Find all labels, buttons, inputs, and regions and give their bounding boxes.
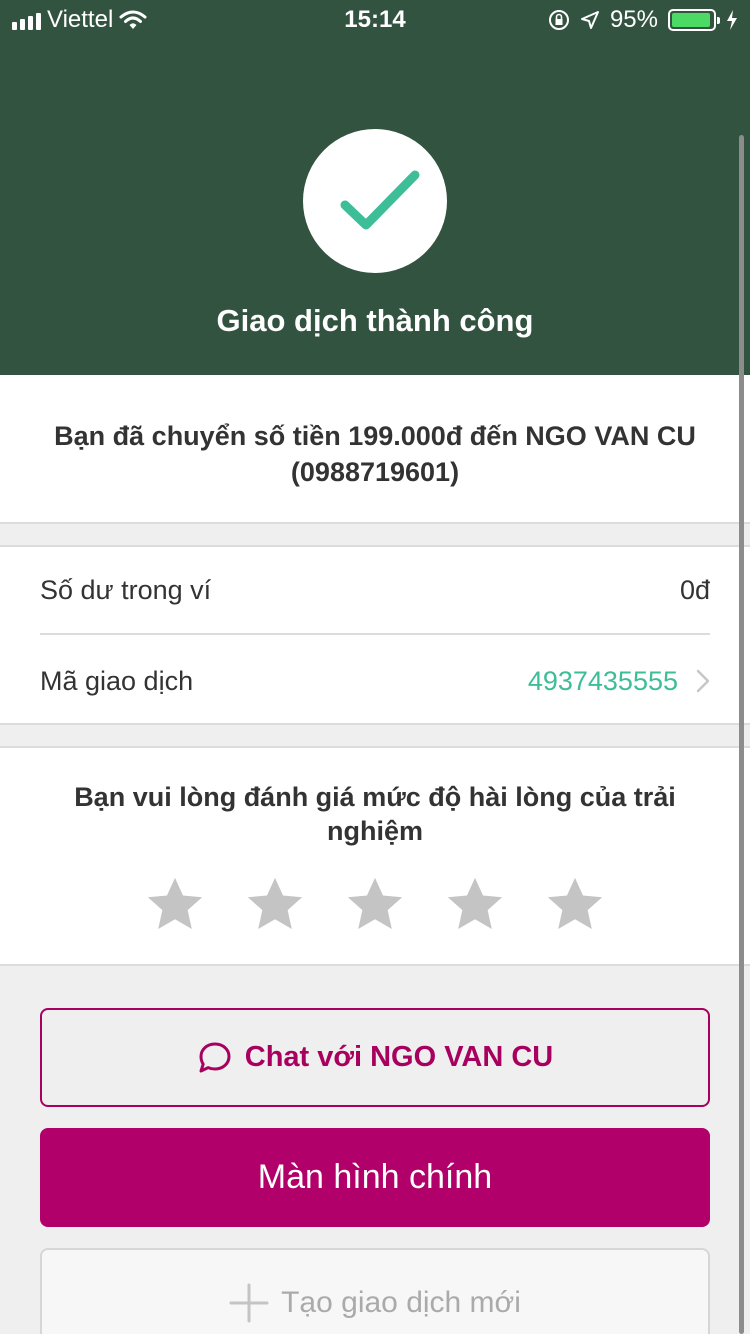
transaction-id-row[interactable]: Mã giao dịch 4937435555 xyxy=(40,637,710,725)
status-bar: Viettel 15:14 95% xyxy=(0,0,750,40)
home-button-label: Màn hình chính xyxy=(257,1158,493,1196)
star-rating[interactable] xyxy=(0,874,750,936)
balance-row: Số dư trong ví 0đ xyxy=(40,547,710,635)
transaction-id-link[interactable]: 4937435555 xyxy=(528,666,710,697)
chat-button-label: Chat với NGO VAN CU xyxy=(244,1041,554,1073)
scrollbar[interactable] xyxy=(739,135,744,1334)
new-transaction-button[interactable]: Tạo giao dịch mới xyxy=(40,1248,710,1334)
orientation-lock-icon xyxy=(548,10,569,30)
star-icon[interactable] xyxy=(344,874,406,936)
balance-value: 0đ xyxy=(679,574,710,605)
check-icon xyxy=(340,170,420,230)
chat-button[interactable]: Chat với NGO VAN CU xyxy=(40,1008,710,1107)
home-button[interactable]: Màn hình chính xyxy=(40,1128,710,1227)
transaction-id-label: Mã giao dịch xyxy=(40,665,194,696)
plus-icon xyxy=(229,1283,269,1323)
success-badge xyxy=(303,129,447,273)
new-transaction-label: Tạo giao dịch mới xyxy=(281,1286,521,1319)
star-icon[interactable] xyxy=(444,874,506,936)
success-header: Viettel 15:14 95% Giao dịch thành công xyxy=(0,0,750,375)
location-icon xyxy=(580,11,599,29)
battery-icon xyxy=(668,9,720,31)
star-icon[interactable] xyxy=(544,874,606,936)
rating-prompt: Bạn vui lòng đánh giá mức độ hài lòng củ… xyxy=(74,782,676,846)
transaction-details: Số dư trong ví 0đ Mã giao dịch 493743555… xyxy=(0,545,750,725)
star-icon[interactable] xyxy=(244,874,306,936)
chevron-right-icon xyxy=(696,669,710,693)
star-icon[interactable] xyxy=(144,874,206,936)
chat-bubble-icon xyxy=(199,1042,231,1072)
charging-icon xyxy=(727,10,737,30)
transaction-id-value[interactable]: 4937435555 xyxy=(528,666,678,697)
transfer-message: Bạn đã chuyển số tiền 199.000đ đến NGO V… xyxy=(54,421,696,487)
page-title: Giao dịch thành công xyxy=(216,303,534,338)
battery-percent: 95% xyxy=(609,6,658,33)
balance-label: Số dư trong ví xyxy=(40,574,212,605)
transfer-summary: Bạn đã chuyển số tiền 199.000đ đến NGO V… xyxy=(0,375,750,524)
battery-level xyxy=(672,13,710,27)
rating-section: Bạn vui lòng đánh giá mức độ hài lòng củ… xyxy=(0,746,750,966)
system-status: 95% xyxy=(548,6,738,34)
